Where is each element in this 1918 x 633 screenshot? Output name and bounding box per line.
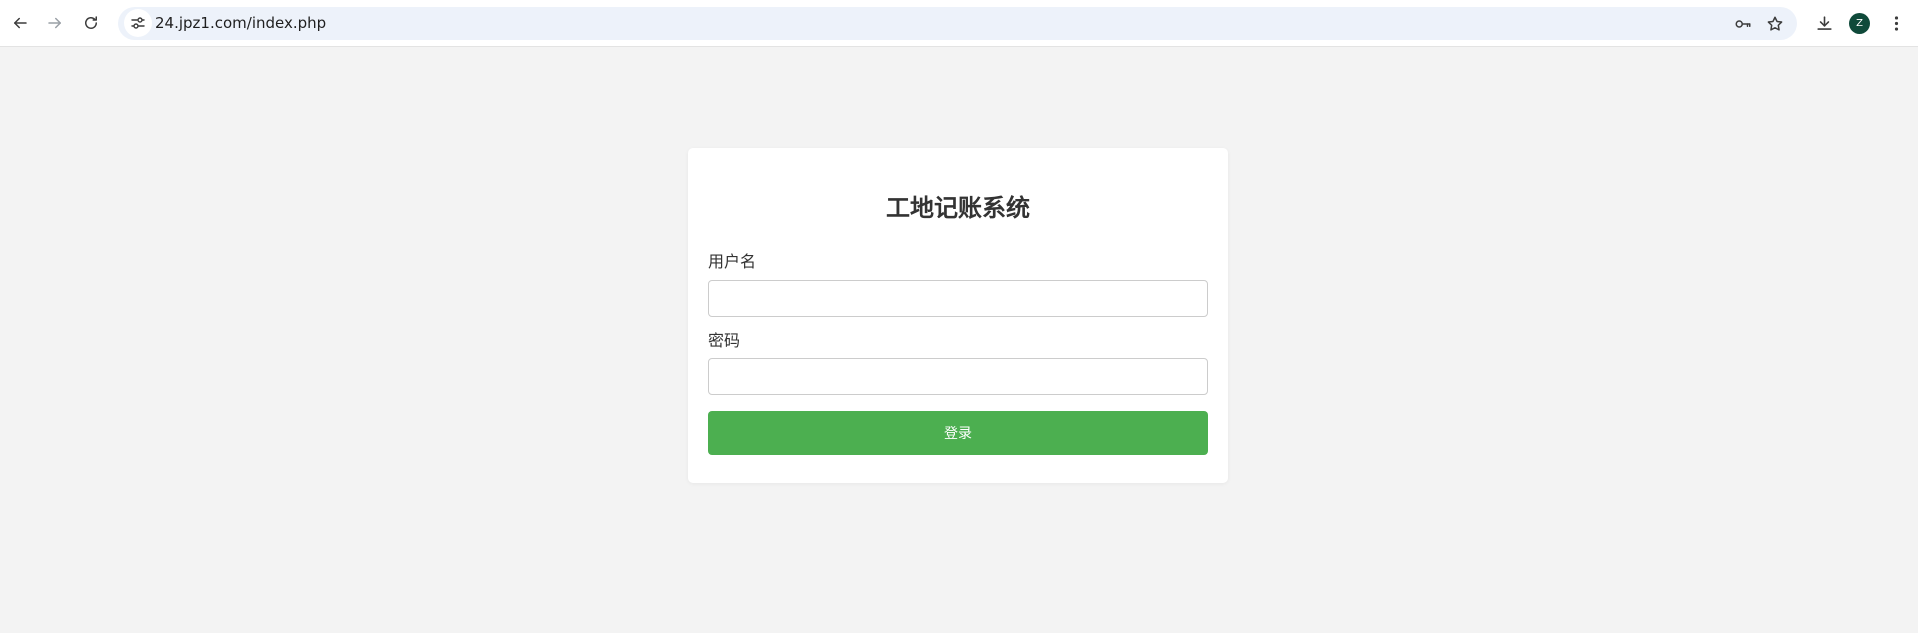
username-input[interactable]	[708, 280, 1208, 317]
reload-button[interactable]	[75, 7, 107, 39]
downloads-button[interactable]	[1808, 7, 1840, 39]
password-key-button[interactable]	[1730, 11, 1756, 37]
tune-icon	[131, 17, 145, 29]
forward-button[interactable]	[39, 7, 71, 39]
browser-menu-button[interactable]	[1880, 7, 1912, 39]
page-title: 工地记账系统	[886, 194, 1030, 222]
key-icon	[1735, 20, 1751, 28]
browser-toolbar: 24.jpz1.com/index.php Z	[0, 0, 1918, 47]
profile-avatar[interactable]: Z	[1849, 13, 1870, 34]
arrow-left-icon	[14, 17, 27, 29]
password-input[interactable]	[708, 358, 1208, 395]
download-icon	[1816, 15, 1832, 30]
url-text[interactable]: 24.jpz1.com/index.php	[155, 7, 326, 40]
password-label: 密码	[708, 331, 741, 350]
reload-icon	[85, 16, 97, 29]
address-bar[interactable]: 24.jpz1.com/index.php	[118, 7, 1797, 40]
login-button[interactable]: 登录	[708, 411, 1208, 455]
arrow-right-icon	[48, 17, 61, 29]
star-icon	[1767, 16, 1783, 31]
bookmark-button[interactable]	[1762, 11, 1788, 37]
username-label: 用户名	[708, 252, 757, 271]
more-vert-icon	[1894, 15, 1898, 31]
login-card: 工地记账系统 用户名 密码 登录	[688, 148, 1228, 483]
back-button[interactable]	[4, 7, 36, 39]
site-info-button[interactable]	[124, 9, 152, 37]
